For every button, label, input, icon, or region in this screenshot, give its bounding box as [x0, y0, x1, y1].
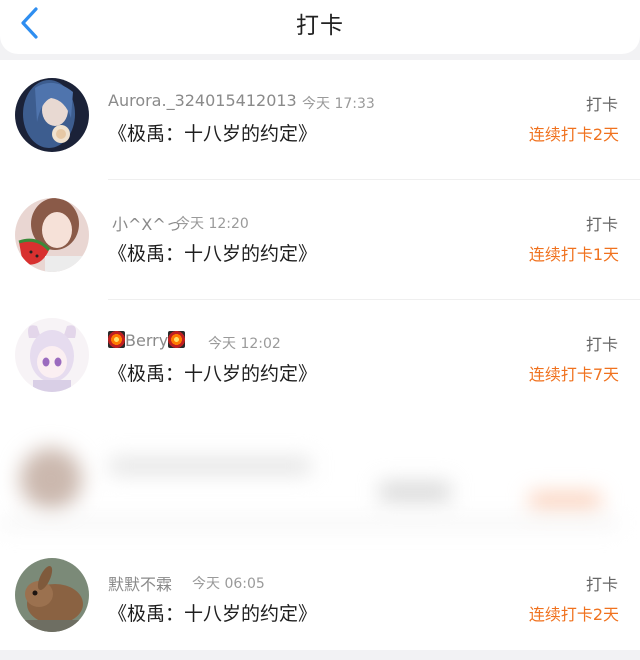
list-item[interactable]: Aurora._324015412013 今天 17:33 《极禹：十八岁的约定…	[0, 60, 640, 180]
avatar[interactable]	[15, 198, 89, 272]
username[interactable]: Berry	[108, 331, 186, 350]
timestamp: 今天 12:20	[176, 216, 249, 232]
book-title[interactable]: 《极禹：十八岁的约定》	[108, 599, 317, 626]
list-item[interactable]: 小^X^っ 今天 12:20 《极禹：十八岁的约定》 打卡 连续打卡1天	[0, 180, 640, 300]
avatar[interactable]	[15, 78, 89, 152]
firework-emoji-icon	[108, 331, 125, 348]
blurred-list-item	[0, 422, 640, 538]
list-item[interactable]: Berry 今天 12:02 《极禹：十八岁的约定》 打卡 连续打卡7天	[0, 300, 640, 420]
checkin-label: 打卡	[585, 95, 618, 114]
username[interactable]: 小^X^っ	[112, 211, 182, 235]
page-title: 打卡	[296, 13, 344, 39]
book-title[interactable]: 《极禹：十八岁的约定》	[108, 359, 317, 386]
streak-label: 连续打卡2天	[528, 605, 619, 624]
avatar-girl-watermelon-icon	[15, 198, 89, 272]
checkin-label: 打卡	[585, 215, 618, 234]
streak-label: 连续打卡2天	[528, 125, 619, 144]
streak-label: 连续打卡1天	[528, 245, 619, 264]
avatar-blue-hair-icon	[15, 78, 89, 152]
checkin-label: 打卡	[585, 575, 618, 594]
timestamp: 今天 06:05	[192, 576, 265, 592]
username[interactable]: Aurora._324015412013	[108, 91, 297, 110]
timestamp: 今天 17:33	[302, 96, 375, 112]
username-text: Berry	[125, 331, 169, 350]
timestamp: 今天 12:02	[208, 336, 281, 352]
avatar-anime-character-icon	[15, 318, 89, 392]
firework-emoji-icon	[168, 331, 186, 348]
avatar[interactable]	[15, 318, 89, 392]
avatar[interactable]	[15, 558, 89, 632]
avatar-rabbit-icon	[15, 558, 89, 632]
checkin-list: Aurora._324015412013 今天 17:33 《极禹：十八岁的约定…	[0, 60, 640, 650]
username[interactable]: 默默不霖	[108, 571, 172, 595]
checkin-label: 打卡	[585, 335, 618, 354]
book-title[interactable]: 《极禹：十八岁的约定》	[108, 239, 317, 266]
streak-label: 连续打卡7天	[528, 365, 619, 384]
list-item[interactable]: 默默不霖 今天 06:05 《极禹：十八岁的约定》 打卡 连续打卡2天	[0, 540, 640, 660]
book-title[interactable]: 《极禹：十八岁的约定》	[108, 119, 317, 146]
top-bar: 打卡	[0, 0, 640, 54]
